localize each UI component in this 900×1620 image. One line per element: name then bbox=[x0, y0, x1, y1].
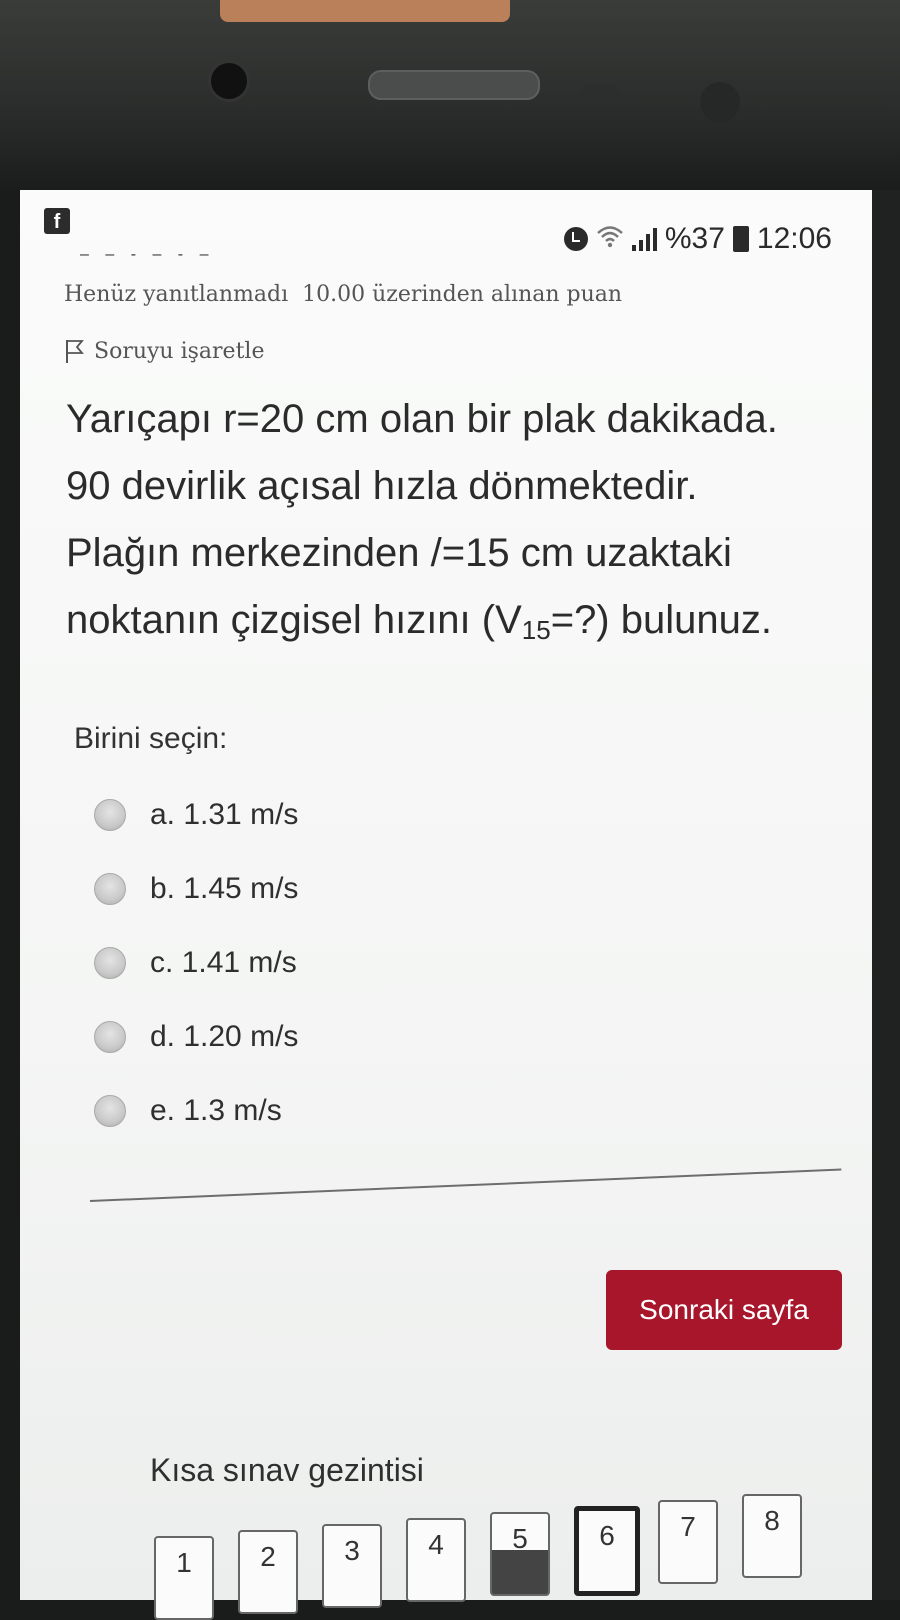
front-camera bbox=[208, 60, 250, 102]
question-state: Henüz yanıtlanmadı 10.00 üzerinden alına… bbox=[64, 282, 622, 307]
quiz-navigation-title: Kısa sınav gezintisi bbox=[150, 1452, 424, 1488]
battery-icon bbox=[732, 226, 749, 252]
status-indicators: %37 12:06 bbox=[563, 222, 832, 256]
radio-button[interactable] bbox=[94, 799, 126, 831]
battery-percent: %37 bbox=[664, 222, 725, 255]
answer-option-e[interactable]: e. 1.3 m/s bbox=[94, 1074, 298, 1148]
status-bar: f – – - – - – %37 12:06 bbox=[20, 190, 872, 280]
radio-button[interactable] bbox=[94, 873, 126, 905]
answer-label: e. 1.3 m/s bbox=[150, 1094, 282, 1127]
phone-screen: f – – - – - – %37 12:06 Henüz yanıtlanma… bbox=[20, 190, 874, 1620]
proximity-sensor bbox=[580, 84, 620, 102]
earpiece-speaker bbox=[368, 70, 540, 100]
question-points: 10.00 üzerinden alınan puan bbox=[302, 282, 623, 307]
quiz-nav-item-3[interactable]: 3 bbox=[322, 1524, 382, 1608]
alarm-icon bbox=[563, 227, 588, 251]
quiz-navigation: 1 2 3 4 5 6 7 8 bbox=[154, 1494, 874, 1620]
radio-button[interactable] bbox=[94, 1095, 126, 1127]
answer-option-c[interactable]: c. 1.41 m/s bbox=[94, 926, 298, 1000]
question-state-text: Henüz yanıtlanmadı bbox=[64, 282, 289, 307]
answer-label: d. 1.20 m/s bbox=[150, 1020, 299, 1053]
answer-label: b. 1.45 m/s bbox=[150, 872, 299, 905]
flag-question-label: Soruyu işaretle bbox=[94, 338, 265, 364]
answer-option-b[interactable]: b. 1.45 m/s bbox=[94, 852, 298, 926]
facebook-notification-icon: f bbox=[44, 208, 70, 234]
answer-label: c. 1.41 m/s bbox=[150, 946, 297, 979]
radio-button[interactable] bbox=[94, 1021, 126, 1053]
choose-one-label: Birini seçin: bbox=[74, 722, 228, 755]
answer-option-d[interactable]: d. 1.20 m/s bbox=[94, 1000, 298, 1074]
wifi-icon bbox=[596, 224, 624, 255]
question-line-4-suffix: =?) bulunuz. bbox=[550, 598, 772, 642]
quiz-nav-item-8[interactable]: 8 bbox=[742, 1494, 802, 1578]
phone-bezel-left bbox=[0, 190, 22, 1600]
answer-option-a[interactable]: a. 1.31 m/s bbox=[94, 778, 298, 852]
section-divider bbox=[89, 1168, 842, 1202]
phone-bezel-right bbox=[870, 190, 900, 1600]
quiz-nav-item-1[interactable]: 1 bbox=[154, 1536, 214, 1620]
answer-options: a. 1.31 m/s b. 1.45 m/s c. 1.41 m/s d. 1… bbox=[94, 778, 298, 1148]
quiz-nav-item-6[interactable]: 6 bbox=[574, 1506, 640, 1596]
question-line-1: Yarıçapı r=20 cm olan bir plak dakikada. bbox=[66, 397, 778, 441]
question-line-4-prefix: noktanın çizgisel hızını (V bbox=[66, 598, 522, 642]
question-text: Yarıçapı r=20 cm olan bir plak dakikada.… bbox=[66, 386, 856, 664]
phone-case-edge bbox=[220, 0, 510, 22]
next-page-button[interactable]: Sonraki sayfa bbox=[606, 1270, 842, 1350]
radio-button[interactable] bbox=[94, 947, 126, 979]
status-time: 12:06 bbox=[756, 222, 832, 255]
quiz-nav-item-5[interactable]: 5 bbox=[490, 1512, 550, 1596]
phone-bezel-top bbox=[0, 0, 900, 190]
velocity-subscript: 15 bbox=[521, 615, 551, 645]
status-dashes: – – - – - – bbox=[80, 246, 215, 263]
quiz-nav-item-7[interactable]: 7 bbox=[658, 1500, 718, 1584]
flag-icon bbox=[64, 338, 84, 364]
signal-strength-icon bbox=[631, 227, 657, 251]
question-line-2: 90 devirlik açısal hızla dönmektedir. bbox=[66, 464, 698, 508]
question-line-4: noktanın çizgisel hızını (V15=?) bulunuz… bbox=[66, 587, 856, 664]
quiz-nav-item-2[interactable]: 2 bbox=[238, 1530, 298, 1614]
light-sensor bbox=[700, 82, 740, 122]
question-line-3: Plağın merkezinden /=15 cm uzaktaki bbox=[66, 531, 732, 575]
answer-label: a. 1.31 m/s bbox=[150, 798, 299, 831]
quiz-nav-item-4[interactable]: 4 bbox=[406, 1518, 466, 1602]
flag-question-link[interactable]: Soruyu işaretle bbox=[64, 338, 264, 364]
